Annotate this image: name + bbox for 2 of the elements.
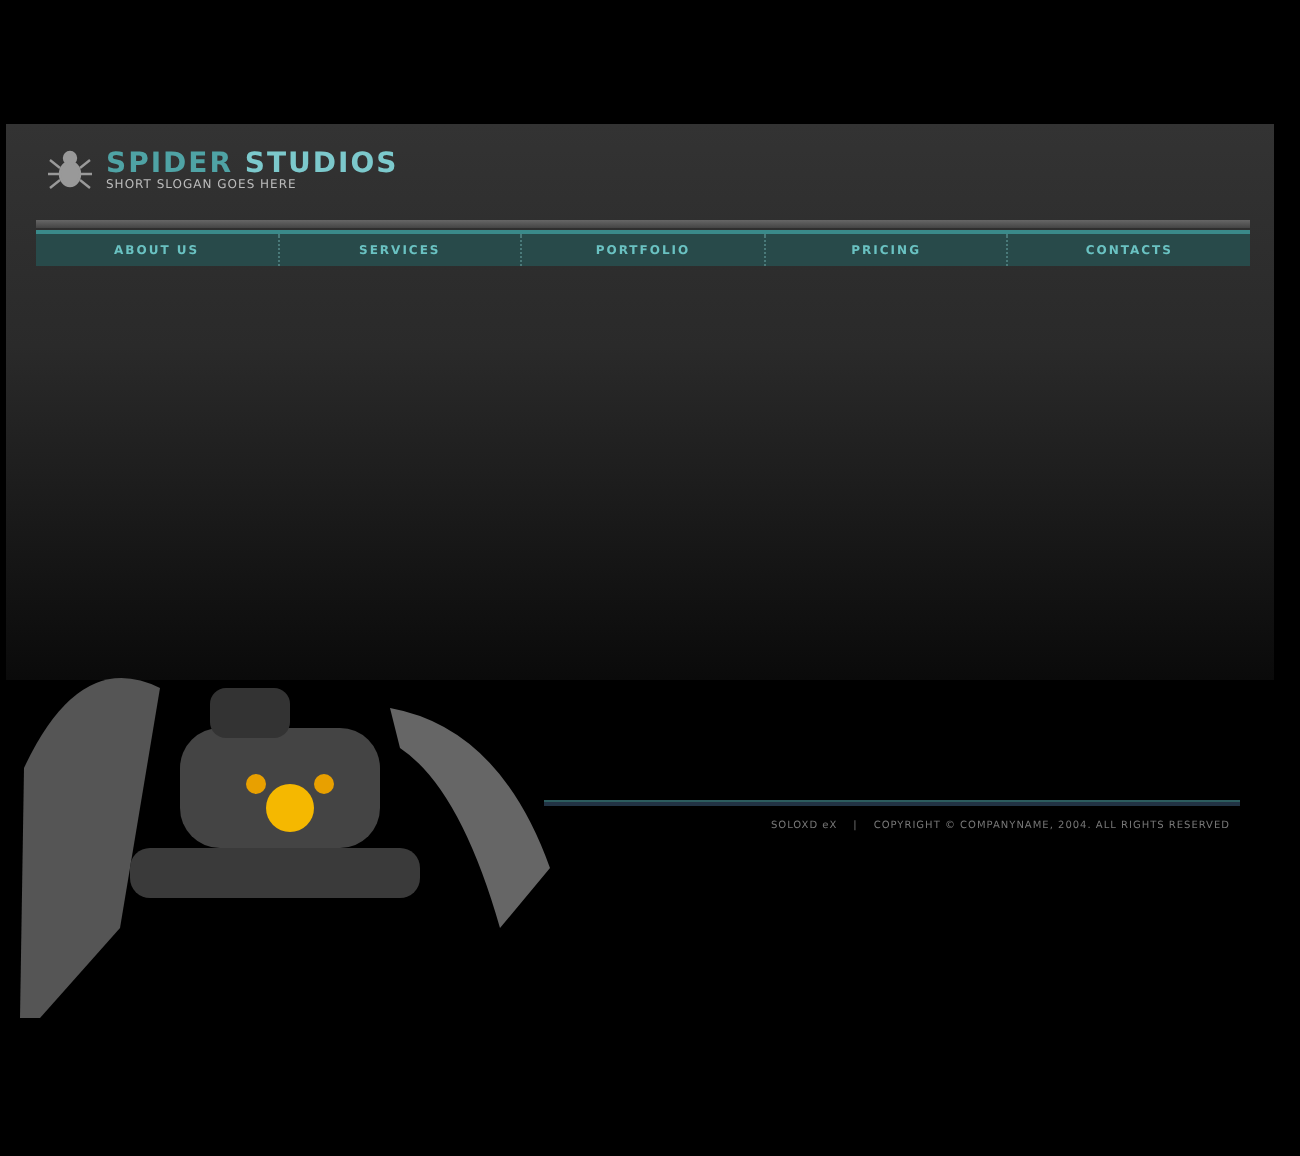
site-title: SPIDER STUDIOS — [106, 149, 399, 177]
spider-icon — [46, 148, 94, 192]
